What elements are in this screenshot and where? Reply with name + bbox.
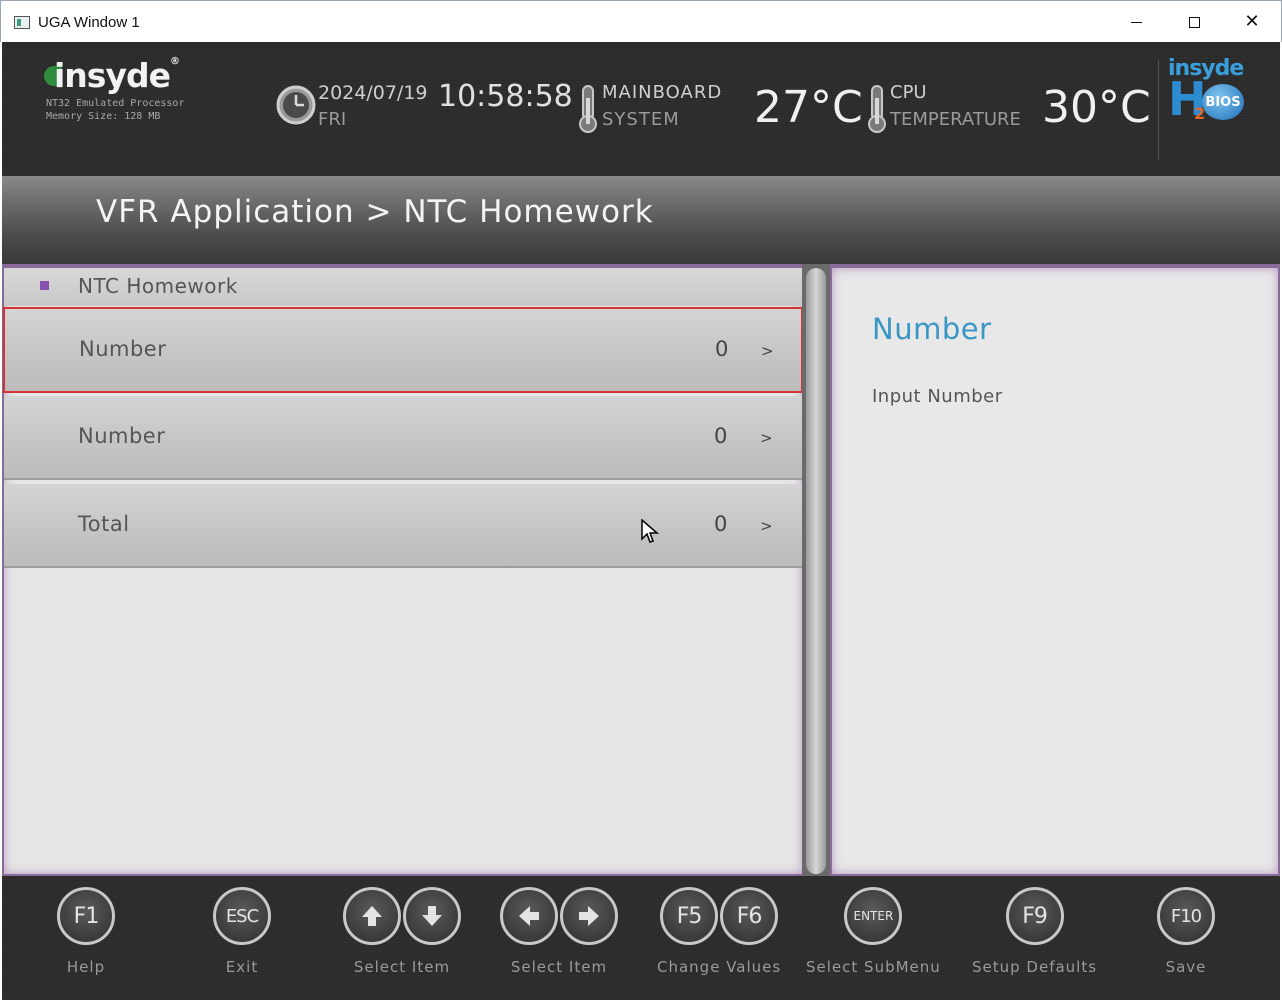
- f9-key-icon[interactable]: F9: [1005, 887, 1064, 945]
- menu-item-total[interactable]: Total 0 >: [4, 484, 802, 568]
- insyde-logo: insyde®: [42, 56, 222, 96]
- menu-item-number-1[interactable]: Number 0 >: [4, 308, 802, 392]
- key-label-exit: Exit: [225, 958, 259, 976]
- minimize-button[interactable]: [1107, 1, 1165, 43]
- f1-key-icon[interactable]: F1: [57, 887, 115, 945]
- processor-name: NT32 Emulated Processor: [46, 98, 185, 109]
- key-label-setup-defaults: Setup Defaults: [972, 958, 1098, 976]
- esc-key-icon[interactable]: ESC: [213, 887, 271, 945]
- help-panel: Number Input Number: [832, 268, 1278, 874]
- menu-item-value: 0: [715, 337, 729, 361]
- close-icon: ✕: [1244, 11, 1260, 32]
- help-title: Number: [872, 312, 992, 346]
- window-titlebar: UGA Window 1 ✕: [0, 0, 1282, 42]
- chevron-right-icon: >: [761, 342, 774, 360]
- menu-panel: NTC Homework Number 0 > Number 0 > Total…: [4, 268, 802, 874]
- key-label-help: Help: [66, 958, 106, 976]
- help-text: Input Number: [872, 386, 1003, 407]
- key-exit[interactable]: ESC Exit: [213, 886, 271, 976]
- menu-item-label: Total: [78, 512, 130, 536]
- key-label-select-item: Select Item: [353, 958, 451, 976]
- key-help[interactable]: F1 Help: [57, 886, 115, 976]
- close-button[interactable]: ✕: [1223, 1, 1281, 43]
- maximize-icon: [1188, 16, 1200, 28]
- app-window-icon: [14, 16, 30, 29]
- chevron-right-icon: >: [760, 517, 773, 535]
- maximize-button[interactable]: [1165, 1, 1223, 43]
- key-select-item-horizontal[interactable]: Select Item: [500, 886, 618, 976]
- section-title: NTC Homework: [78, 274, 238, 298]
- cpu-label: CPU: [890, 82, 927, 103]
- memory-size: Memory Size: 128 MB: [46, 111, 161, 122]
- bios-header: insyde® NT32 Emulated Processor Memory S…: [2, 42, 1280, 176]
- key-label-select-submenu: Select SubMenu: [806, 958, 941, 976]
- main-content: NTC Homework Number 0 > Number 0 > Total…: [2, 264, 1280, 876]
- key-select-submenu[interactable]: ENTER Select SubMenu: [806, 886, 941, 976]
- menu-item-label: Number: [79, 337, 167, 361]
- right-arrow-key-icon[interactable]: [560, 887, 618, 945]
- section-header: NTC Homework: [4, 268, 802, 306]
- mouse-cursor-icon: [641, 519, 660, 543]
- cpu-thermometer-icon: [868, 85, 886, 133]
- key-select-item-vertical[interactable]: Select Item: [343, 886, 461, 976]
- scrollbar-thumb[interactable]: [806, 268, 826, 874]
- date-display: 2024/07/19: [318, 82, 428, 104]
- menu-item-label: Number: [78, 424, 166, 448]
- f5-key-icon[interactable]: F5: [660, 887, 719, 945]
- left-arrow-key-icon[interactable]: [500, 887, 558, 945]
- day-display: FRI: [318, 109, 347, 130]
- window-title: UGA Window 1: [38, 14, 140, 31]
- key-save[interactable]: F10 Save: [1157, 886, 1215, 976]
- key-change-values[interactable]: F5 F6 Change Values: [657, 886, 781, 976]
- insyde-logo-text: insyde: [54, 56, 171, 95]
- processor-info: NT32 Emulated Processor Memory Size: 128…: [46, 97, 184, 123]
- cpu-temperature: 30°C: [1042, 82, 1151, 133]
- menu-item-value: 0: [714, 424, 728, 448]
- breadcrumb: VFR Application > NTC Homework: [96, 194, 654, 230]
- mainboard-thermometer-icon: [579, 85, 597, 133]
- key-setup-defaults[interactable]: F9 Setup Defaults: [972, 886, 1097, 976]
- key-label-change-values: Change Values: [657, 958, 782, 976]
- up-arrow-key-icon[interactable]: [343, 887, 401, 945]
- key-legend-footer: F1 Help ESC Exit Select Item Select Item…: [2, 876, 1280, 1000]
- registered-mark: ®: [169, 56, 180, 67]
- clock-icon: [276, 85, 316, 125]
- header-divider: [1158, 60, 1159, 160]
- insyde-h2o-bios-logo: insyde H BIOS 2: [1168, 56, 1244, 126]
- minimize-icon: [1130, 21, 1142, 23]
- mainboard-label: MAINBOARD: [602, 82, 723, 103]
- time-display: 10:58:58: [438, 79, 573, 114]
- section-bullet-icon: [40, 281, 49, 290]
- temperature-label: TEMPERATURE: [890, 109, 1021, 130]
- menu-item-number-2[interactable]: Number 0 >: [4, 396, 802, 480]
- menu-item-value: 0: [714, 512, 728, 536]
- mainboard-temperature: 27°C: [754, 82, 863, 133]
- system-label: SYSTEM: [602, 109, 680, 130]
- enter-key-icon[interactable]: ENTER: [844, 887, 903, 945]
- f10-key-icon[interactable]: F10: [1157, 887, 1215, 945]
- key-label-save: Save: [1165, 958, 1207, 976]
- down-arrow-key-icon[interactable]: [403, 887, 461, 945]
- key-label-select-item: Select Item: [510, 958, 608, 976]
- f6-key-icon[interactable]: F6: [720, 887, 779, 945]
- chevron-right-icon: >: [760, 429, 773, 447]
- breadcrumb-bar: VFR Application > NTC Homework: [2, 176, 1280, 264]
